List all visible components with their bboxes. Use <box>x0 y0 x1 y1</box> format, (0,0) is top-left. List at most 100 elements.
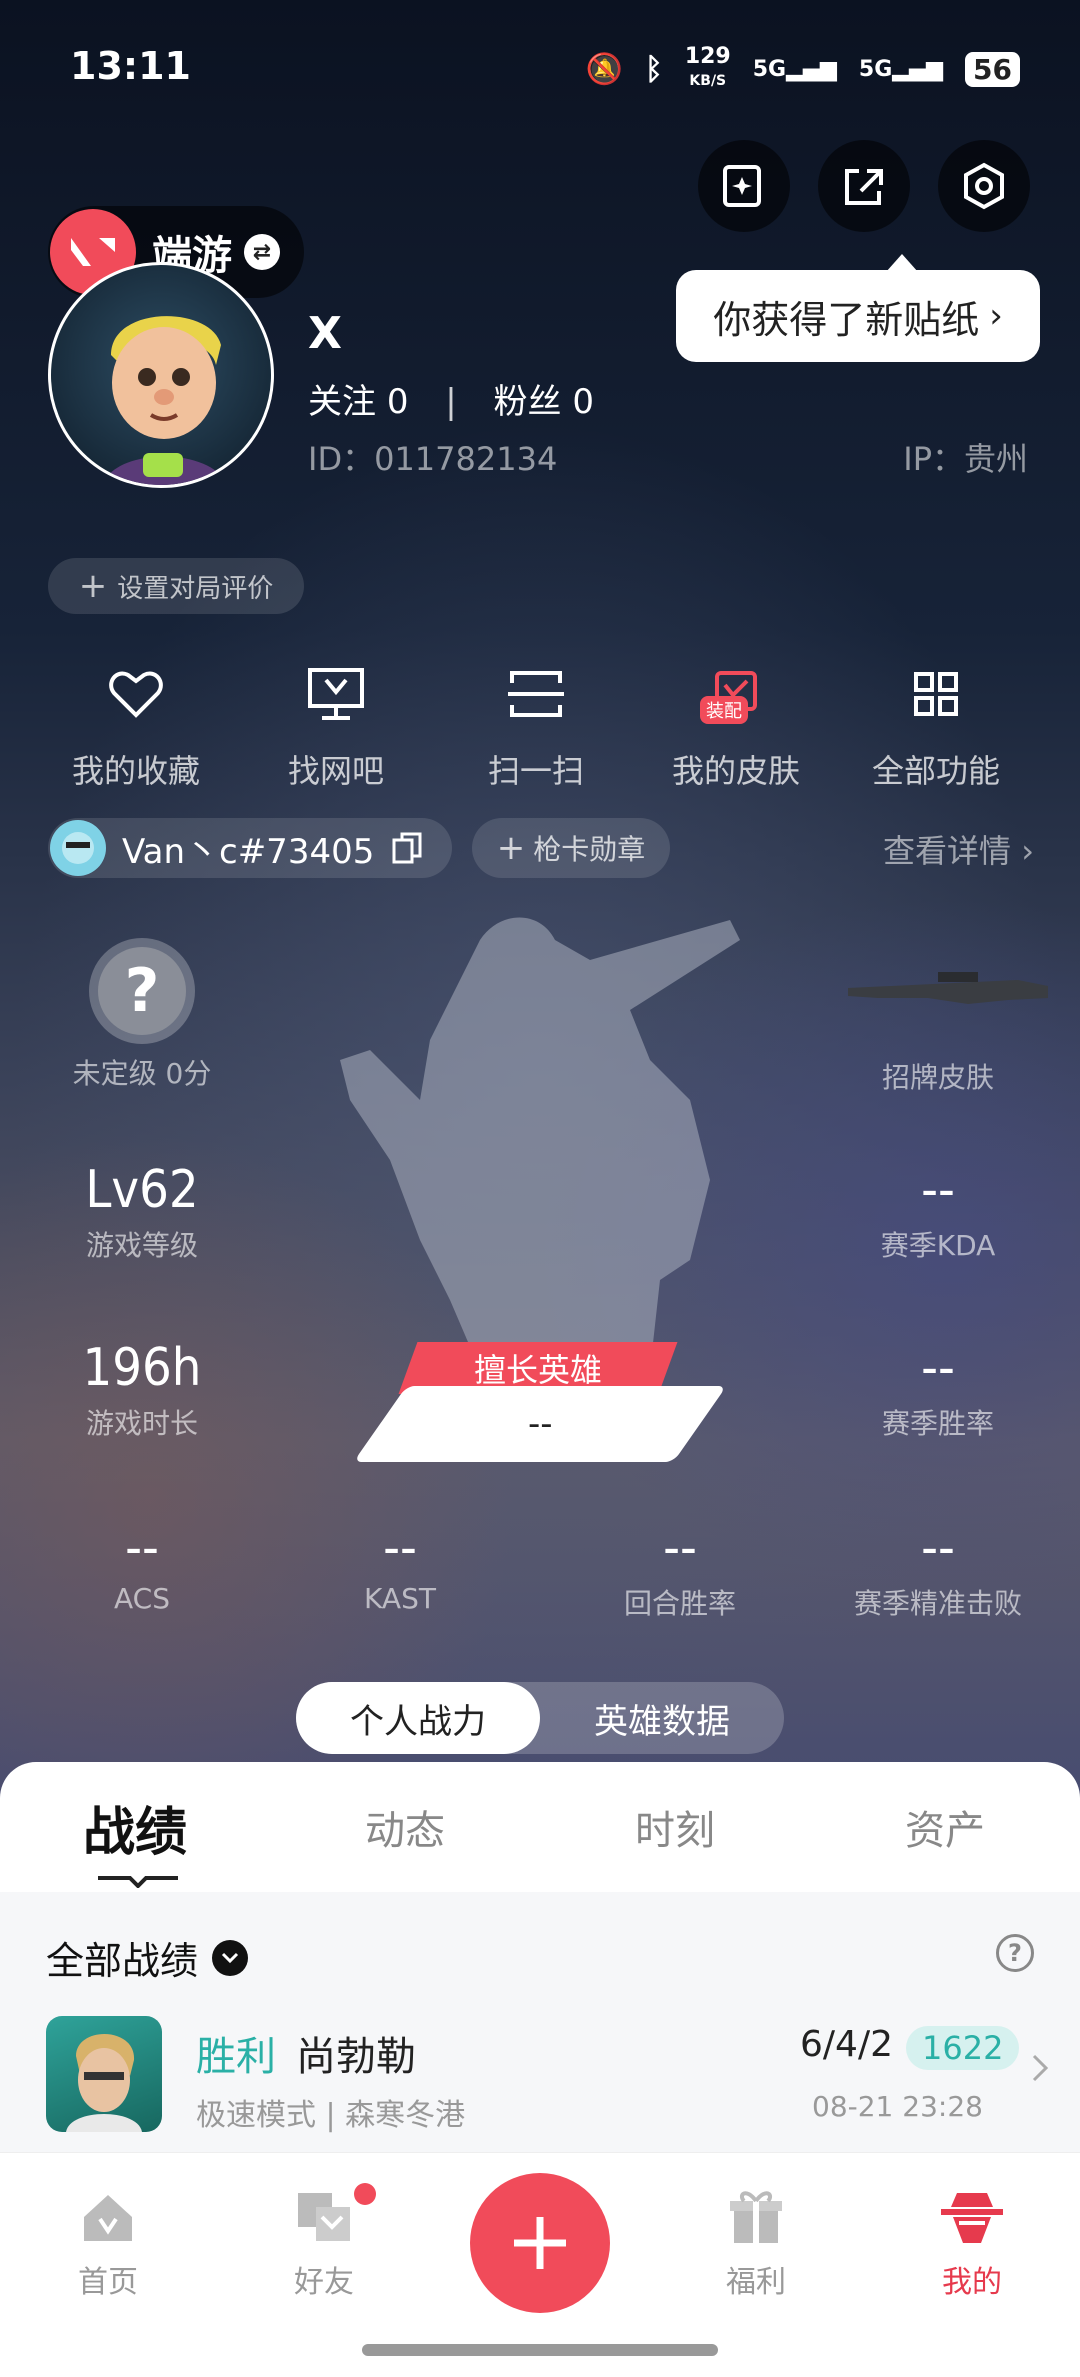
quick-favorites[interactable]: 我的收藏 <box>36 660 236 792</box>
acs-value: -- <box>125 1518 159 1578</box>
nav-label: 好友 <box>294 2265 354 2300</box>
notification-dot <box>354 2183 376 2205</box>
rank-badge-icon: ? <box>89 938 195 1044</box>
segment-personal-power[interactable]: 个人战力 <box>296 1682 540 1754</box>
kast-value: -- <box>383 1518 417 1578</box>
acs-label: ACS <box>114 1582 170 1615</box>
share-button[interactable] <box>818 140 910 232</box>
gun-card-medal-button[interactable]: + 枪卡勋章 <box>472 818 670 878</box>
view-details-link[interactable]: 查看详情 › <box>883 826 1034 872</box>
filter-label: 全部战绩 <box>46 1939 199 1983</box>
chevron-right-icon: › <box>1021 832 1034 870</box>
level-stat: Lv62 游戏等级 <box>22 1160 262 1264</box>
riot-account-pill[interactable]: Van丶c#73405 <box>48 818 452 878</box>
nav-home[interactable]: 首页 <box>38 2187 178 2301</box>
acs-stat: -- ACS <box>22 1518 262 1615</box>
precise-kill-value: -- <box>921 1518 955 1578</box>
records-filter[interactable]: 全部战绩 <box>46 1930 249 1985</box>
playtime-label: 游戏时长 <box>85 1407 198 1440</box>
playtime-stat: 196h 游戏时长 <box>22 1338 262 1442</box>
battery-indicator: 56 <box>965 51 1020 87</box>
match-kda: 6/4/2 <box>800 2024 893 2065</box>
plus-icon: + <box>78 566 108 606</box>
chevron-right-icon[interactable] <box>1030 2052 1050 2084</box>
match-agent-name: 尚勃勒 <box>296 2034 416 2080</box>
nav-me[interactable]: 我的 <box>902 2187 1042 2301</box>
nav-label: 首页 <box>78 2265 138 2300</box>
user-name: X <box>308 308 342 359</box>
chevron-down-icon <box>212 1939 249 1976</box>
tooltip-text: 你获得了新贴纸 <box>713 297 980 342</box>
agent-hat-icon <box>941 2193 1003 2243</box>
active-tab-indicator <box>98 1876 178 1888</box>
signal-5g-2: 5G▂▄▆ <box>858 56 944 82</box>
rate-button-label: 设置对局评价 <box>117 573 274 604</box>
grid-icon <box>914 672 958 716</box>
chevron-right-icon: › <box>989 296 1003 336</box>
riot-avatar <box>50 820 106 876</box>
kast-stat: -- KAST <box>280 1518 520 1615</box>
quick-label: 找网吧 <box>287 752 384 790</box>
follow-link[interactable]: 关注 0 <box>308 382 408 422</box>
avatar[interactable] <box>48 262 274 488</box>
settings-button[interactable] <box>938 140 1030 232</box>
rifle-skin-image <box>848 972 1048 1004</box>
quick-my-skins[interactable]: 装配 我的皮肤 <box>636 660 836 792</box>
avatar-character <box>102 316 227 485</box>
follow-stats: 关注 0 | 粉丝 0 <box>308 374 594 423</box>
quick-all-features[interactable]: 全部功能 <box>836 660 1036 792</box>
fans-link[interactable]: 粉丝 0 <box>494 382 594 422</box>
winrate-value: -- <box>921 1338 955 1398</box>
details-label: 查看详情 <box>883 832 1012 870</box>
bluetooth-icon: ᛒ <box>644 51 663 87</box>
ip-location: IP：贵州 <box>903 440 1028 478</box>
tab-moments[interactable]: 时刻 <box>540 1762 810 1892</box>
user-id: ID：011782134 <box>308 440 558 478</box>
new-sticker-tooltip[interactable]: 你获得了新贴纸 › <box>676 254 1040 362</box>
nav-welfare[interactable]: 福利 <box>686 2187 826 2301</box>
skin-label: 招牌皮肤 <box>881 1061 994 1094</box>
plus-icon: + <box>496 828 526 868</box>
level-value: Lv62 <box>85 1160 199 1220</box>
fans-count: 0 <box>572 382 594 422</box>
status-icons: 🔕 ᛒ 129 KB/S 5G▂▄▆ 5G▂▄▆ 56 <box>585 46 1020 92</box>
rank-label: 未定级 0分 <box>72 1057 212 1090</box>
share-icon <box>845 169 883 205</box>
match-mode: 极速模式 | 森寒冬港 <box>196 2098 466 2133</box>
nav-friends[interactable]: 好友 <box>254 2183 394 2301</box>
match-score-badge: 1622 <box>906 2026 1020 2070</box>
stats-segment-control: 个人战力 英雄数据 <box>296 1682 784 1754</box>
signature-skin-stat[interactable]: 招牌皮肤 <box>818 938 1058 1096</box>
help-icon[interactable]: ? <box>996 1934 1034 1972</box>
round-win-stat: -- 回合胜率 <box>560 1518 800 1622</box>
best-hero-card[interactable]: -- <box>353 1386 727 1462</box>
sticker-button[interactable] <box>698 140 790 232</box>
match-result: 胜利 <box>196 2034 276 2080</box>
riot-id: Van丶c#73405 <box>122 831 375 872</box>
round-win-value: -- <box>663 1518 697 1578</box>
precise-kill-stat: -- 赛季精准击败 <box>818 1518 1058 1622</box>
rank-stat[interactable]: ? 未定级 0分 <box>22 938 262 1092</box>
create-post-button[interactable] <box>470 2173 610 2313</box>
match-time: 08-21 23:28 <box>812 2090 983 2123</box>
set-match-rating-button[interactable]: + 设置对局评价 <box>48 558 304 614</box>
quick-scan[interactable]: 扫一扫 <box>436 660 636 792</box>
scan-icon <box>508 671 564 717</box>
net-speed: 129 KB/S <box>684 44 731 90</box>
quick-find-netbar[interactable]: 找网吧 <box>236 660 436 792</box>
tab-assets[interactable]: 资产 <box>810 1762 1080 1892</box>
nav-label: 我的 <box>942 2265 1002 2300</box>
home-indicator <box>362 2344 718 2356</box>
copy-icon[interactable] <box>392 832 422 864</box>
divider: | <box>445 382 457 422</box>
heart-icon <box>109 671 163 718</box>
follow-label: 关注 <box>308 382 376 422</box>
follow-count: 0 <box>386 382 409 422</box>
skin-badge: 装配 <box>700 696 748 724</box>
gift-icon <box>730 2191 782 2243</box>
signal-5g-1: 5G▂▄▆ <box>752 56 837 82</box>
monitor-icon <box>308 668 364 720</box>
home-icon <box>84 2195 132 2241</box>
tab-feed[interactable]: 动态 <box>270 1762 540 1892</box>
segment-hero-data[interactable]: 英雄数据 <box>540 1682 784 1754</box>
